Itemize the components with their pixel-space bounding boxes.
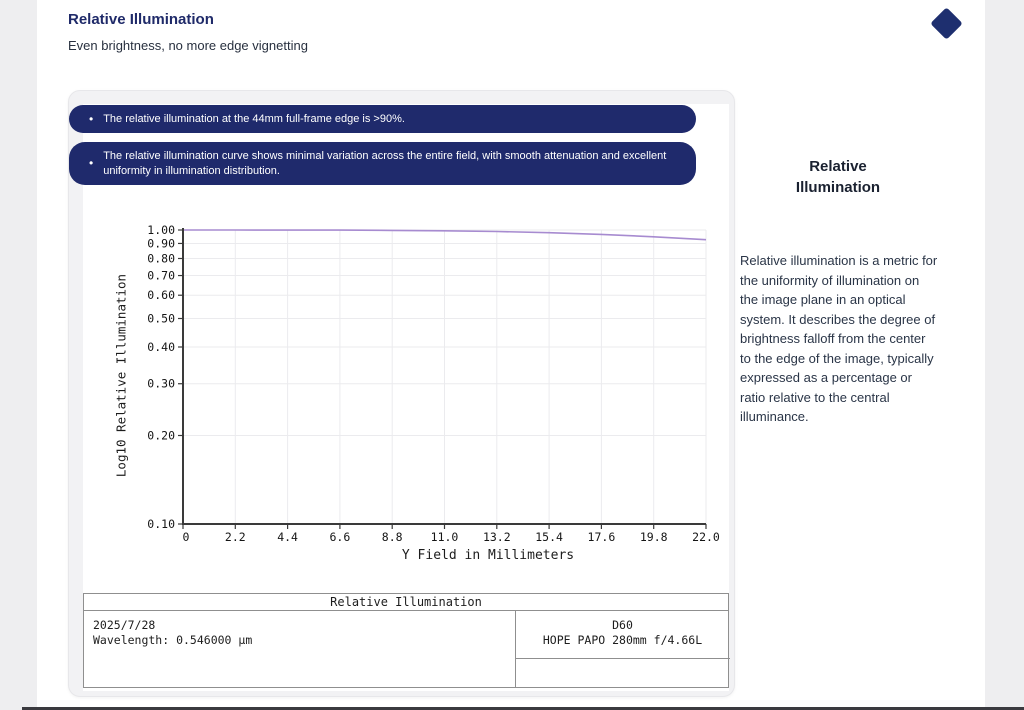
table-date: 2025/7/28 [93,618,252,633]
x-tick-label: 17.6 [588,530,616,544]
callout-pill-1: • The relative illumination at the 44mm … [69,105,696,133]
y-axis-title: Log10 Relative Illumination [114,241,129,511]
table-lens-code: D60 [515,618,730,633]
table-cell-date-wavelength: 2025/7/28 Wavelength: 0.546000 µm [93,618,252,648]
right-margin-strip [985,0,1024,710]
left-margin-strip [0,0,37,710]
y-tick-label: 0.20 [147,428,175,442]
table-header: Relative Illumination [84,594,728,611]
page-title: Relative Illumination [68,11,214,28]
bullet-icon: • [89,156,93,171]
bullet-icon: • [89,112,93,127]
sidebar-description: Relative illumination is a metric for th… [740,251,938,427]
x-axis-title: Y Field in Millimeters [265,548,711,563]
page-subtitle: Even brightness, no more edge vignetting [68,38,308,53]
y-tick-label: 0.70 [147,269,175,283]
y-tick-label: 0.10 [147,517,175,531]
lens-info-table: Relative Illumination 2025/7/28 Waveleng… [83,593,729,688]
x-tick-label: 0 [183,530,190,544]
x-tick-label: 13.2 [483,530,511,544]
x-tick-label: 19.8 [640,530,668,544]
chart-card: • The relative illumination at the 44mm … [68,90,735,697]
callout-text-1: The relative illumination at the 44mm fu… [103,112,405,127]
x-tick-label: 6.6 [330,530,351,544]
x-tick-label: 2.2 [225,530,246,544]
y-tick-label: 0.30 [147,377,175,391]
y-tick-label: 0.40 [147,340,175,354]
y-tick-label: 0.90 [147,236,175,250]
table-right-divider [515,658,730,659]
x-tick-label: 11.0 [431,530,459,544]
callout-pill-2: • The relative illumination curve shows … [69,142,696,185]
table-wavelength: Wavelength: 0.546000 µm [93,633,252,648]
table-lens-name: HOPE PAPO 280mm f/4.66L [515,633,730,648]
x-tick-label: 15.4 [535,530,563,544]
callout-text-2: The relative illumination curve shows mi… [103,149,670,178]
x-tick-label: 22.0 [692,530,720,544]
y-tick-label: 0.80 [147,251,175,265]
y-tick-label: 1.00 [147,223,175,237]
x-tick-label: 4.4 [277,530,298,544]
x-tick-label: 8.8 [382,530,403,544]
y-tick-label: 0.60 [147,288,175,302]
table-body: 2025/7/28 Wavelength: 0.546000 µm D60 HO… [84,611,728,687]
sidebar-heading: Relative Illumination [740,156,936,198]
table-cell-lens: D60 HOPE PAPO 280mm f/4.66L [515,618,730,648]
y-tick-label: 0.50 [147,312,175,326]
diamond-logo-icon [930,7,963,40]
chart-paper: 1.000.900.80 0.70 0.60 0.50 0.40 0.30 0.20 0.10… [83,104,729,691]
